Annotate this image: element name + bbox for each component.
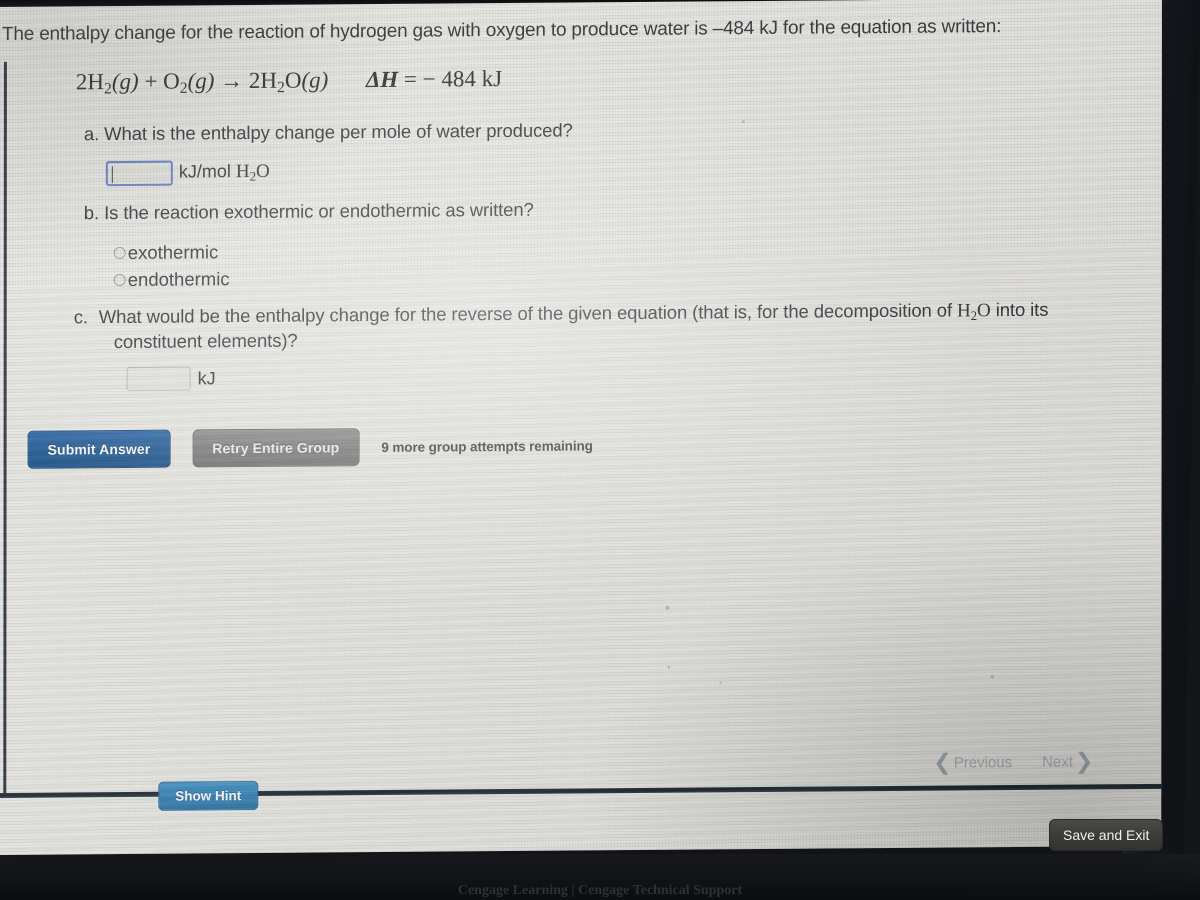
pager-nav: ❮ Previous Next ❯ (933, 748, 1094, 775)
radio-icon[interactable] (113, 246, 126, 259)
equation-sub-1: 2 (104, 80, 112, 98)
part-a-answer-row: kJ/mol H2O (105, 160, 270, 187)
part-c-answer-input[interactable] (126, 366, 191, 391)
text-caret (111, 166, 113, 184)
submit-answer-button[interactable]: Submit Answer (27, 429, 171, 469)
next-button[interactable]: Next ❯ (1042, 748, 1094, 774)
equation-reactant-h2: 2H (75, 69, 105, 95)
radio-label-endothermic: endothermic (127, 267, 230, 290)
part-a-label: a. (83, 123, 100, 145)
question-part-b: b. Is the reaction exothermic or endothe… (84, 195, 984, 224)
equation-delta-h-value: − 484 kJ (422, 66, 503, 92)
part-b-text: Is the reaction exothermic or endothermi… (104, 198, 534, 224)
next-label: Next (1042, 753, 1073, 771)
chemical-equation: 2H2(g) + O2(g) → 2H2O(g) ΔH = − 484 kJ (76, 66, 502, 99)
footer-support-links[interactable]: Cengage Learning | Cengage Technical Sup… (0, 883, 1200, 900)
part-c-text-before: What would be the enthalpy change for th… (98, 299, 958, 328)
radio-option-endothermic[interactable]: endothermic (113, 265, 230, 293)
previous-label: Previous (953, 753, 1013, 771)
action-buttons: Submit Answer Retry Entire Group 9 more … (27, 426, 593, 469)
part-c-answer-row: kJ (126, 366, 216, 391)
part-c-formula-o: O (977, 300, 991, 322)
part-c-formula-h: H (957, 300, 971, 322)
dust-speck (667, 665, 671, 669)
part-a-unit-prefix: kJ/mol (178, 160, 236, 182)
equation-delta-h-symbol: ΔH (365, 66, 399, 93)
equation-plus: + (144, 68, 158, 94)
question-part-c: c. What would be the enthalpy change for… (74, 298, 1142, 353)
part-c-unit: kJ (197, 367, 216, 388)
part-a-answer-input[interactable] (105, 160, 173, 187)
part-a-unit: kJ/mol H2O (179, 161, 270, 185)
question-stem: The enthalpy change for the reaction of … (1, 16, 1002, 45)
equation-state-1: (g) (111, 68, 139, 95)
question-part-a: a. What is the enthalpy change per mole … (84, 116, 984, 145)
dust-speck (741, 120, 745, 124)
dust-speck (990, 675, 995, 679)
equation-sub-2: 2 (179, 79, 188, 97)
assignment-content: The enthalpy change for the reaction of … (0, 0, 1162, 855)
part-b-label: b. (83, 202, 100, 224)
part-a-unit-h: H (235, 160, 250, 182)
dust-speck (719, 681, 723, 685)
screen-panel: The enthalpy change for the reaction of … (0, 0, 1162, 856)
dust-speck (665, 605, 670, 610)
equation-equals: = (403, 66, 417, 92)
retry-entire-group-button[interactable]: Retry Entire Group (192, 428, 360, 468)
radio-label-exothermic: exothermic (127, 240, 219, 263)
chevron-right-icon: ❯ (1074, 748, 1094, 774)
monitor-photo: The enthalpy change for the reaction of … (0, 0, 1200, 900)
equation-sub-3: 2 (277, 79, 285, 97)
equation-product-h2: 2H (248, 67, 278, 94)
equation-product-o: O (284, 67, 302, 93)
part-a-unit-o: O (256, 160, 270, 182)
equation-arrow: → (220, 68, 244, 94)
attempts-remaining-text: 9 more group attempts remaining (381, 437, 593, 455)
radio-option-exothermic[interactable]: exothermic (113, 238, 230, 266)
previous-button[interactable]: ❮ Previous (933, 749, 1013, 775)
show-hint-button[interactable]: Show Hint (158, 780, 259, 811)
equation-state-2: (g) (187, 68, 215, 94)
part-a-text: What is the enthalpy change per mole of … (104, 119, 573, 145)
left-divider (3, 61, 7, 794)
equation-reactant-o2: O (163, 68, 180, 94)
equation-state-3: (g) (301, 67, 329, 93)
chevron-left-icon: ❮ (933, 749, 952, 775)
radio-icon[interactable] (113, 273, 126, 286)
part-b-radio-group: exothermic endothermic (113, 238, 230, 293)
save-and-exit-button[interactable]: Save and Exit (1049, 819, 1164, 851)
